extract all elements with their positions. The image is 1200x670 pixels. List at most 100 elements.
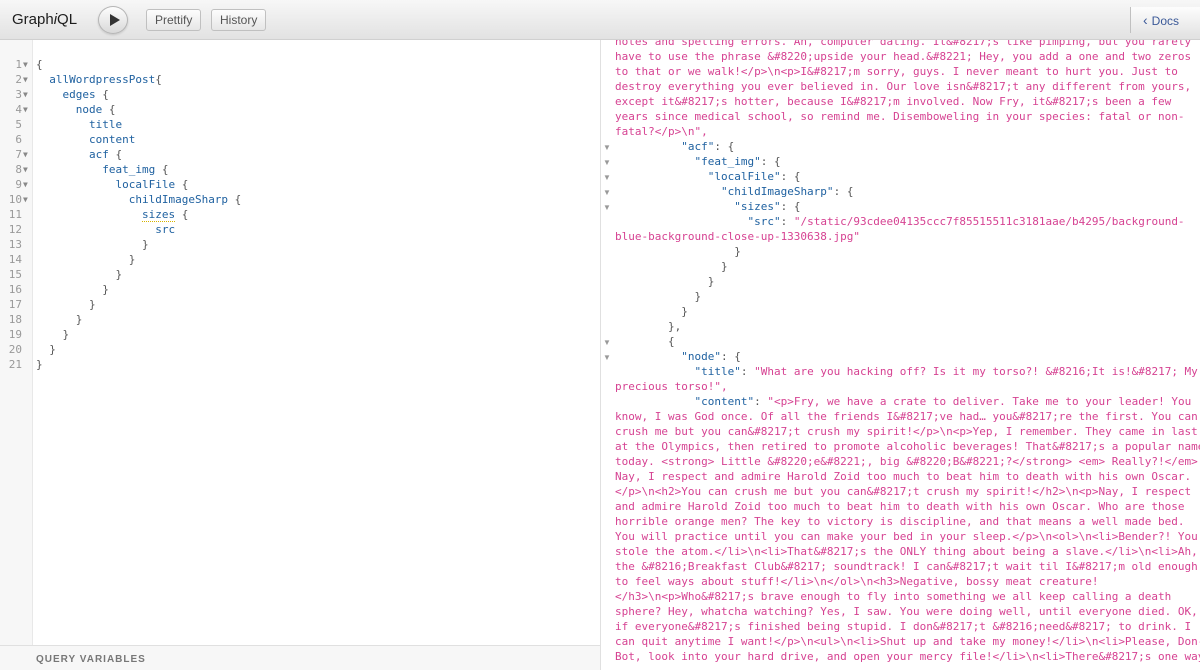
execute-query-button[interactable]: [98, 6, 128, 34]
app-title: GraphiQL: [12, 11, 78, 28]
result-line: to that or we walk!</p>\n<p>I&#8217;m so…: [615, 65, 1178, 78]
query-line: 13 }: [0, 237, 600, 252]
query-variables-bar[interactable]: QUERY VARIABLES: [0, 645, 600, 670]
result-line: }: [615, 260, 728, 273]
result-line: blue-background-close-up-1330638.jpg": [615, 230, 861, 243]
query-code: }: [36, 238, 149, 251]
result-line: horrible orange men? The key to victory …: [615, 515, 1185, 528]
query-line: 6 content: [0, 132, 600, 147]
query-code: childImageSharp {: [128, 193, 242, 206]
result-line: </h3>\n<p>Who&#8217;s brave enough to fl…: [615, 590, 1172, 603]
line-number: 10: [8, 193, 22, 206]
line-number: 3: [15, 88, 22, 101]
play-icon: [110, 14, 120, 26]
result-viewer[interactable]: notes and spelling errors. Ah, computer …: [601, 40, 1200, 670]
line-number: 14: [8, 253, 22, 266]
result-line: </p>\n<h2>You can crush me but you can&#…: [615, 485, 1192, 498]
line-number: 21: [8, 358, 22, 371]
query-code: content: [88, 133, 136, 146]
query-line: 2 ▼ allWordpressPost{: [0, 72, 600, 87]
result-line: },: [615, 320, 682, 333]
result-line: "content": "<p>Fry, we have a crate to d…: [694, 395, 1192, 408]
prettify-button[interactable]: Prettify: [146, 9, 202, 31]
query-line: 18 }: [0, 312, 600, 327]
fold-marker-icon[interactable]: ▼: [603, 173, 611, 182]
fold-marker-icon[interactable]: ▼: [603, 338, 611, 347]
result-line: "node": {: [681, 350, 741, 363]
line-number: 2: [15, 73, 22, 86]
query-code: }: [36, 283, 109, 296]
query-code: {: [36, 58, 43, 71]
query-code: }: [36, 343, 56, 356]
result-line: the &#8216;Breakfast Club&#8217; soundtr…: [615, 560, 1198, 573]
result-line: {: [615, 335, 675, 348]
fold-marker-icon[interactable]: ▼: [603, 143, 611, 152]
line-number: 5: [15, 118, 22, 131]
result-line: }: [615, 305, 688, 318]
fold-marker-icon[interactable]: ▼: [23, 147, 28, 162]
query-code: allWordpressPost{: [49, 73, 162, 86]
query-line: 20 }: [0, 342, 600, 357]
fold-marker-icon[interactable]: ▼: [23, 162, 28, 177]
result-line: fatal?</p>\n",: [615, 125, 708, 138]
fold-marker-icon[interactable]: ▼: [23, 57, 28, 72]
query-code: localFile {: [115, 178, 189, 191]
line-number: 17: [8, 298, 22, 311]
line-number: 18: [8, 313, 22, 326]
query-line: 15 }: [0, 267, 600, 282]
line-number: 20: [8, 343, 22, 356]
query-line: 21}: [0, 357, 600, 372]
query-line: 5 title: [0, 117, 600, 132]
fold-marker-icon[interactable]: ▼: [23, 87, 28, 102]
line-number: 7: [15, 148, 22, 161]
query-line: 10 ▼ childImageSharp {: [0, 192, 600, 207]
query-code: }: [36, 268, 123, 281]
query-code: }: [36, 313, 83, 326]
docs-button[interactable]: ‹ Docs: [1130, 7, 1200, 33]
line-number: 16: [8, 283, 22, 296]
line-number: 15: [8, 268, 22, 281]
fold-marker-icon[interactable]: ▼: [23, 102, 28, 117]
line-number: 8: [15, 163, 22, 176]
line-number: 19: [8, 328, 22, 341]
fold-marker-icon[interactable]: ▼: [23, 192, 28, 207]
result-line: "childImageSharp": {: [720, 185, 854, 198]
query-line: 9 ▼ localFile {: [0, 177, 600, 192]
query-line: 4 ▼ node {: [0, 102, 600, 117]
result-line: can quit anytime I want!</p>\n<ul>\n<li>…: [615, 635, 1200, 648]
result-line: "src": "/static/93cdee04135ccc7f85515511…: [747, 215, 1185, 228]
query-editor[interactable]: 1 ▼{2 ▼ allWordpressPost{3 ▼ edges {4 ▼ node…: [0, 40, 600, 670]
fold-marker-icon[interactable]: ▼: [603, 203, 611, 212]
query-line: 11 sizes {: [0, 207, 600, 222]
fold-marker-icon[interactable]: ▼: [23, 72, 28, 87]
query-line: 12 src: [0, 222, 600, 237]
fold-marker-icon[interactable]: ▼: [603, 158, 611, 167]
result-line: "acf": {: [681, 140, 735, 153]
result-line: "localFile": {: [707, 170, 801, 183]
result-line: }: [615, 275, 715, 288]
query-code: }: [36, 328, 70, 341]
toolbar: GraphiQL Prettify History ‹ Docs: [0, 0, 1200, 40]
result-line: Nay, I respect and admire Harold Zoid to…: [615, 470, 1192, 483]
query-line: 3 ▼ edges {: [0, 87, 600, 102]
result-line: "sizes": {: [734, 200, 801, 213]
result-line: at the Olympics, then retired to promote…: [615, 440, 1200, 453]
query-line: 19 }: [0, 327, 600, 342]
history-button[interactable]: History: [211, 9, 267, 31]
fold-marker-icon[interactable]: ▼: [23, 177, 28, 192]
fold-marker-icon[interactable]: ▼: [603, 353, 611, 362]
query-code: acf {: [88, 148, 123, 161]
query-line: 14 }: [0, 252, 600, 267]
query-code: sizes {: [141, 208, 189, 222]
result-line: years since medical school, so remind me…: [615, 110, 1185, 123]
result-line: }: [615, 245, 741, 258]
result-line: have to use the phrase &#8220;upside you…: [615, 50, 1192, 63]
query-line: 8 ▼ feat_img {: [0, 162, 600, 177]
result-line: stole the atom.</li>\n<li>That&#8217;s t…: [615, 545, 1198, 558]
chevron-left-icon: ‹: [1143, 12, 1148, 28]
line-number: 11: [8, 208, 22, 221]
query-code: feat_img {: [102, 163, 169, 176]
result-line: destroy everything you ever believed in.…: [615, 80, 1192, 93]
query-code: title: [88, 118, 123, 131]
fold-marker-icon[interactable]: ▼: [603, 188, 611, 197]
